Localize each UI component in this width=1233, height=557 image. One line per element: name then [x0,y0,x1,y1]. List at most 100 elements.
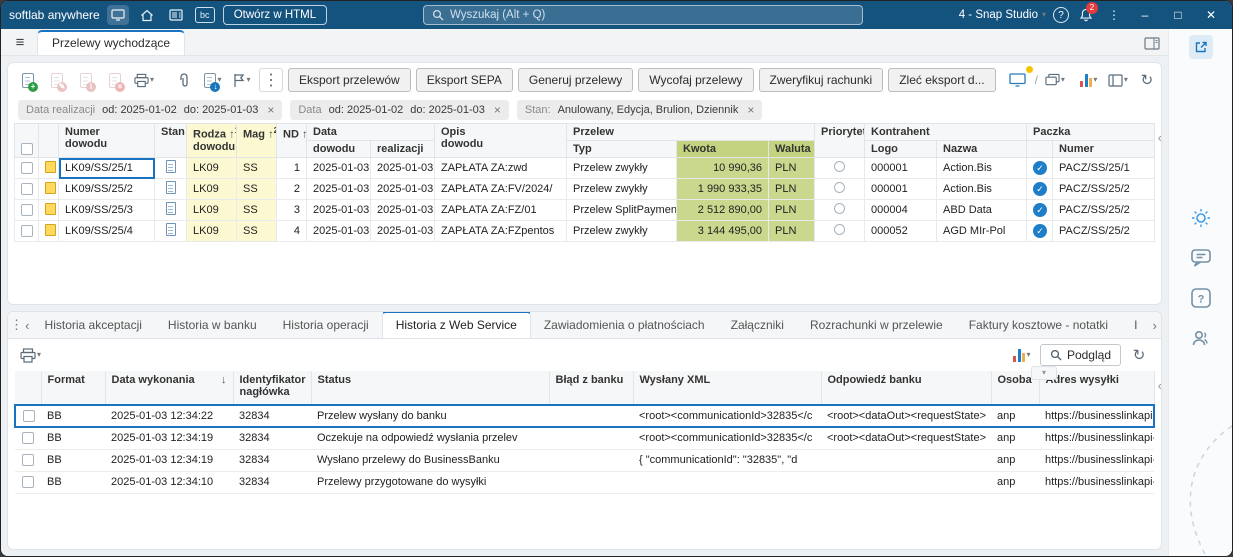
add-document-button[interactable]: + [16,68,40,92]
cell-paczka[interactable]: PACZ/SS/25/2 [1052,178,1155,200]
cell-data-wykonania[interactable]: 2025-01-03 12:34:19 [105,427,233,450]
cell-status[interactable]: Oczekuje na odpowiedź wysłania przelev [311,427,549,450]
priority-radio[interactable] [834,203,846,214]
cell-typ[interactable]: Przelew zwykły [566,178,677,200]
cell-numer[interactable]: LK09/SS/25/2 [58,178,155,200]
col-nd[interactable]: ND ↑3 [276,123,307,158]
cell-status[interactable]: Przelew wysłany do banku [311,404,549,428]
table-row[interactable]: LK09/SS/25/1 LK09 SS 1 2025-01-03 2025-0… [14,157,1155,179]
global-search[interactable] [422,5,863,25]
col-group-paczka[interactable]: Paczka [1026,123,1155,141]
tab-historia-w-banku[interactable]: Historia w banku [155,312,270,338]
cell-kwota[interactable]: 1 990 933,35 [676,178,769,200]
col-logo[interactable]: Logo [864,140,938,158]
cell-data-dowodu[interactable]: 2025-01-03 [306,220,371,242]
cell-paczka[interactable]: PACZ/SS/25/1 [1052,157,1155,179]
home-icon[interactable] [136,5,158,25]
cell-opis[interactable]: ZAPŁATA ZA:FZpentos [434,220,567,242]
tab-faktury-kosztowe[interactable]: Faktury kosztowe - notatki [956,312,1121,338]
table-row[interactable]: LK09/SS/25/2 LK09 SS 2 2025-01-03 2025-0… [14,178,1155,200]
refresh-icon[interactable]: ↻ [1135,68,1159,92]
profile-selector[interactable]: 4 - Snap Studio ▾ [959,9,1046,21]
cell-mag[interactable]: SS [236,157,277,179]
withdraw-transfers-button[interactable]: Wycofaj przelewy [638,68,754,92]
cell-xml[interactable]: <root><communicationId>32835</c [633,427,821,450]
col-status[interactable]: Status [311,371,550,406]
filter-chip-data[interactable]: Data od: 2025-01-02 do: 2025-01-03 × [290,100,509,120]
detail-refresh-icon[interactable]: ↻ [1127,343,1151,367]
detail-tabs-scroll-right-icon[interactable]: › [1150,318,1159,333]
cell-logo[interactable]: 000001 [864,178,938,200]
order-export-button[interactable]: Zleć eksport d... [888,68,996,92]
table-row[interactable]: LK09/SS/25/4 LK09 SS 4 2025-01-03 2025-0… [14,220,1155,242]
tab-rozrachunki[interactable]: Rozrachunki w przelewie [797,312,956,338]
cell-odpowiedz[interactable]: <root><dataOut><requestState> [821,404,991,428]
cell-blad[interactable] [549,404,633,428]
col-group-przelew[interactable]: Przelew [565,123,816,141]
assistant-icon[interactable] [1188,205,1214,231]
detail-print-button[interactable]: ▾ [18,343,43,367]
table-row[interactable]: BB 2025-01-03 12:34:10 32834 Przelewy pr… [15,471,1154,494]
cell-numer[interactable]: LK09/SS/25/1 [58,157,155,179]
cell-numer[interactable]: LK09/SS/25/4 [58,220,155,242]
close-icon[interactable]: × [494,103,501,117]
cell-data-dowodu[interactable]: 2025-01-03 [306,199,371,221]
close-icon[interactable]: × [267,103,274,117]
cell-data-realizacji[interactable]: 2025-01-03 [370,220,435,242]
collapse-toolbar-icon[interactable]: ▾ [1031,366,1057,380]
cell-data-wykonania[interactable]: 2025-01-03 12:34:19 [105,449,233,472]
cell-nazwa[interactable]: ABD Data [936,199,1028,221]
cell-adres[interactable]: https://businesslinkapi-test.ass [1039,404,1155,428]
col-paczka-numer[interactable]: Numer [1052,140,1155,158]
cell-kwota[interactable]: 2 512 890,00 [676,199,769,221]
col-mag[interactable]: Mag ↑2 [236,123,277,158]
cell-opis[interactable]: ZAPŁATA ZA:FZ/01 [434,199,567,221]
cell-nazwa[interactable]: AGD MIr-Pol [936,220,1028,242]
cell-data-realizacji[interactable]: 2025-01-03 [370,199,435,221]
cell-nd[interactable]: 1 [276,157,307,179]
cell-format[interactable]: BB [41,404,105,428]
cell-opis[interactable]: ZAPŁATA ZA:zwd [434,157,567,179]
cell-nd[interactable]: 2 [276,178,307,200]
table-row[interactable]: LK09/SS/25/3 LK09 SS 3 2025-01-03 2025-0… [14,199,1155,221]
cell-identyfikator[interactable]: 32834 [233,449,311,472]
cell-rodzaj[interactable]: LK09 [186,220,237,242]
cell-paczka[interactable]: PACZ/SS/25/2 [1052,199,1155,221]
cell-status[interactable]: Przelewy przygotowane do wysyłki [311,471,549,494]
table-row[interactable]: BB 2025-01-03 12:34:22 32834 Przelew wys… [14,404,1155,428]
cell-rodzaj[interactable]: LK09 [186,157,237,179]
delete-document-button[interactable]: × [103,68,127,92]
cell-xml[interactable]: <root><communicationId>32835</c [633,404,821,428]
edit-document-button[interactable]: ✎ [45,68,69,92]
col-format[interactable]: Format [41,371,106,406]
cell-numer[interactable]: LK09/SS/25/3 [58,199,155,221]
col-identyfikator[interactable]: Identyfikator nagłówka [233,371,312,406]
col-paczka-status[interactable] [1026,140,1054,158]
cell-data-wykonania[interactable]: 2025-01-03 12:34:10 [105,471,233,494]
cell-nd[interactable]: 3 [276,199,307,221]
cell-xml[interactable]: { "communicationId": "32835", "d [633,449,821,472]
col-data-dowodu[interactable]: dowodu [306,140,371,158]
help-panel-icon[interactable]: ? [1188,285,1214,311]
chat-icon[interactable] [1188,245,1214,271]
cell-adres[interactable]: https://businesslinkapi-test.ass [1039,449,1154,472]
open-external-icon[interactable] [1188,35,1213,59]
col-wyslany-xml[interactable]: Wysłany XML [633,371,822,406]
cell-data-dowodu[interactable]: 2025-01-03 [306,157,371,179]
col-odpowiedz-banku[interactable]: Odpowiedź banku [821,371,992,406]
cell-format[interactable]: BB [41,449,105,472]
row-checkbox[interactable] [21,162,33,175]
side-panel-toggle-icon[interactable] [1140,31,1164,55]
news-icon[interactable] [165,5,187,25]
col-priorytet[interactable]: Priorytet [814,123,866,158]
filter-chip-stan[interactable]: Stan: Anulowany, Edycja, Brulion, Dzienn… [516,100,763,120]
view-monitor-button[interactable] [1006,66,1033,92]
select-all-checkbox[interactable] [21,143,33,155]
priority-radio[interactable] [834,161,846,172]
cell-logo[interactable]: 000052 [864,220,938,242]
more-actions-icon[interactable]: ⋮ [259,68,283,92]
close-icon[interactable]: × [747,103,754,117]
table-row[interactable]: BB 2025-01-03 12:34:19 32834 Wysłano prz… [15,449,1154,472]
cell-mag[interactable]: SS [236,220,277,242]
cell-mag[interactable]: SS [236,199,277,221]
